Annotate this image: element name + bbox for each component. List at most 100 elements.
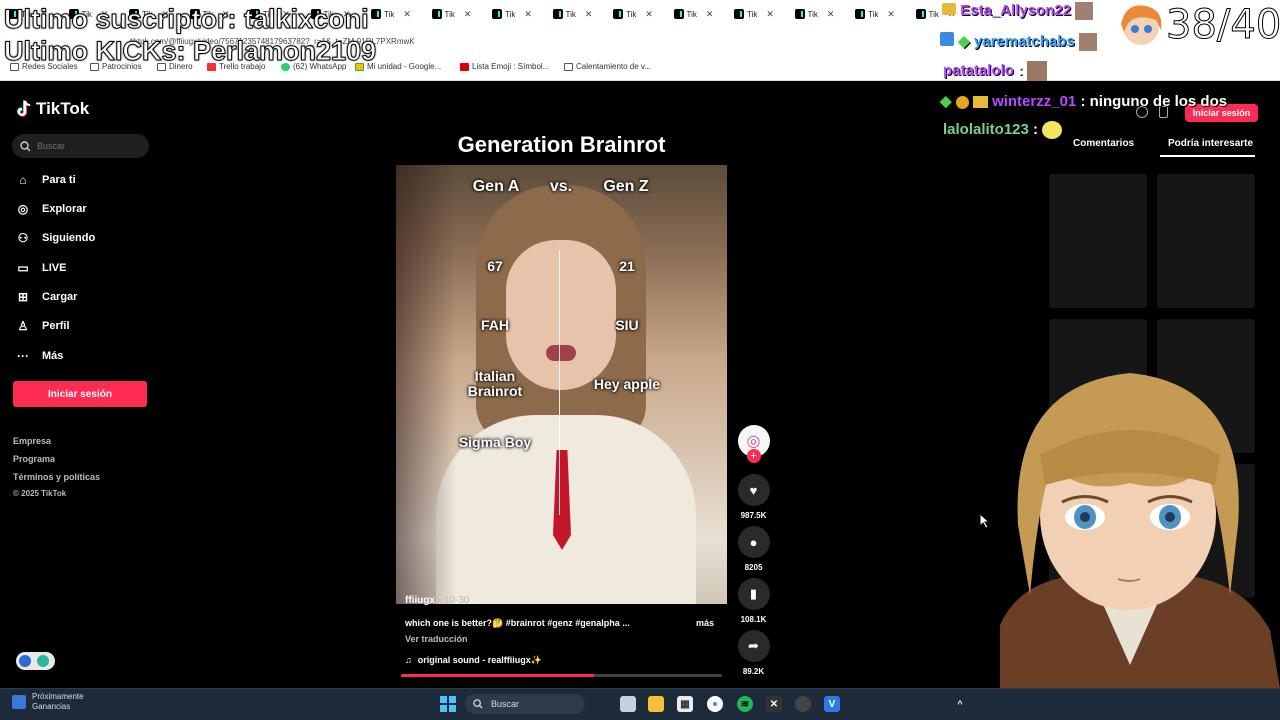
right-item: SIU [615,317,639,333]
tab-label: Tik [444,9,455,19]
taskbar-search[interactable]: Buscar [465,694,585,714]
browser-tab[interactable]: Tik ✕ [855,6,913,22]
tiktok-favicon-icon [492,9,502,19]
crown-badge-icon [972,96,988,109]
windows-start-icon[interactable] [440,696,456,712]
browser-tab[interactable]: Tik ✕ [371,6,429,22]
badge-icon [940,32,954,46]
active-tab-indicator [1160,155,1255,157]
browser-tab[interactable]: Tik ✕ [613,6,671,22]
tiktok-logo[interactable]: TikTok [16,99,89,119]
spotify-icon[interactable]: ≋ [737,696,753,712]
search-input[interactable] [37,141,137,151]
nav-explorar[interactable]: ◎ Explorar [16,202,87,216]
emote-icon [1078,33,1097,52]
video-author[interactable]: ffiiugx · 10-30 [405,595,469,606]
close-tab-icon[interactable]: ✕ [645,9,653,20]
tab-comentarios[interactable]: Comentarios [1073,138,1134,149]
nav-mas[interactable]: ··· Más [16,349,63,363]
header-left: Gen A [472,178,520,195]
obs-icon[interactable] [795,696,811,712]
chibi-avatar-icon [1121,5,1162,45]
video-caption: which one is better?🤔 #brainrot #genz #g… [405,618,630,628]
tab-label: Tik [505,9,516,19]
video-player[interactable]: Gen A vs. Gen Z 67 FAH Italian Brainrot … [396,165,727,604]
nav-para-ti[interactable]: ⌂ Para ti [16,173,75,187]
file-explorer-icon[interactable] [648,696,664,712]
video-progress-fill [401,674,594,677]
browser-tab[interactable]: Tik ✕ [734,6,792,22]
app-icon[interactable]: ✕ [766,696,782,712]
copyright: © 2025 TikTok [13,489,67,498]
close-tab-icon[interactable]: ✕ [464,9,472,20]
like-count: 987.5K [740,511,767,520]
close-tab-icon[interactable]: ✕ [585,9,593,20]
windows-taskbar [0,688,1280,720]
close-tab-icon[interactable]: ✕ [524,9,532,20]
nav-live[interactable]: ▭ LIVE [16,261,66,275]
widget-icon [12,695,26,709]
like-button[interactable]: ♥ 987.5K [737,474,770,520]
chat-message: ◆ yarematchabs [940,32,1097,52]
tab-label: Tik [626,9,637,19]
store-icon[interactable]: ▦ [677,696,693,712]
sound-link[interactable]: ♫ original sound - realffiiugx✨ [405,655,542,666]
bookmark-item[interactable]: Calentamiento de v... [564,62,651,71]
comment-icon: ● [737,526,770,558]
tab-label: Tik [807,9,818,19]
suggested-video-thumb[interactable] [1157,174,1255,308]
browser-tab[interactable]: Tik ✕ [552,6,611,22]
nav-cargar[interactable]: ⊞ Cargar [16,290,78,304]
lollipop-icon: ◎ [746,433,761,450]
chevron-up-icon[interactable]: ^ [952,696,968,712]
profile-icon: ♙ [17,319,29,333]
search-icon [473,699,483,709]
close-tab-icon[interactable]: ✕ [403,9,411,20]
browser-tab[interactable]: Tik ✕ [794,6,853,22]
vtuber-app-icon[interactable]: V [824,696,840,712]
task-view-icon[interactable] [620,696,636,712]
close-tab-icon[interactable]: ✕ [766,9,774,20]
search-box[interactable] [12,134,149,158]
share-button[interactable]: ➦ 89.2K [737,630,770,676]
footer-link-terminos[interactable]: Términos y políticas [13,472,100,482]
translate-link[interactable]: Ver traducción [405,634,468,644]
footer-link-empresa[interactable]: Empresa [13,436,51,446]
tiktok-favicon-icon [431,9,442,19]
left-item: FAH [481,317,509,333]
chrome-icon[interactable] [707,696,723,712]
weather-widget[interactable]: Próximamente Ganancias [12,692,84,712]
caption-more-link[interactable]: más [696,618,714,628]
tab-podria-interesarte[interactable]: Podría interesarte [1168,138,1253,149]
suggested-video-thumb[interactable] [1049,174,1147,308]
nav-perfil[interactable]: ♙ Perfil [16,319,70,333]
browser-tab[interactable]: Tik ✕ [431,6,490,22]
tab-label: Tik [747,9,758,19]
comment-button[interactable]: ● 8205 [737,526,770,572]
tiktok-favicon-icon [371,9,381,19]
video-progress-bar[interactable] [401,674,722,677]
emote-icon [1042,121,1063,140]
footer-link-programa[interactable]: Programa [13,454,55,464]
chat-message: Esta_Allyson22 [942,2,1094,21]
bookmark-item[interactable]: Lista Emoji : Símbol... [460,62,549,71]
browser-tab[interactable]: Tik ✕ [492,6,550,22]
close-tab-icon[interactable]: ✕ [827,9,835,20]
crown-badge-icon [942,3,956,15]
share-count: 89.2K [742,667,765,676]
login-button[interactable]: Iniciar sesión [13,381,147,407]
left-item: Italian Brainrot [467,368,523,399]
close-tab-icon[interactable]: ✕ [706,9,714,20]
bookmark-icon: ▮ [737,578,770,610]
close-tab-icon[interactable]: ✕ [887,9,895,20]
browser-tab[interactable]: Tik ✕ [673,6,732,22]
tiktok-favicon-icon [915,9,926,19]
extension-toggle[interactable] [16,652,55,670]
follow-plus-icon[interactable]: + [746,449,761,463]
live-tv-icon: ▭ [17,261,29,275]
tiktok-favicon-icon [734,9,744,19]
nav-siguiendo[interactable]: ⚇ Siguiendo [16,231,96,245]
author-avatar-button[interactable]: ◎ + [737,425,770,463]
compass-icon: ◎ [17,202,29,216]
save-button[interactable]: ▮ 108.1K [737,578,770,624]
